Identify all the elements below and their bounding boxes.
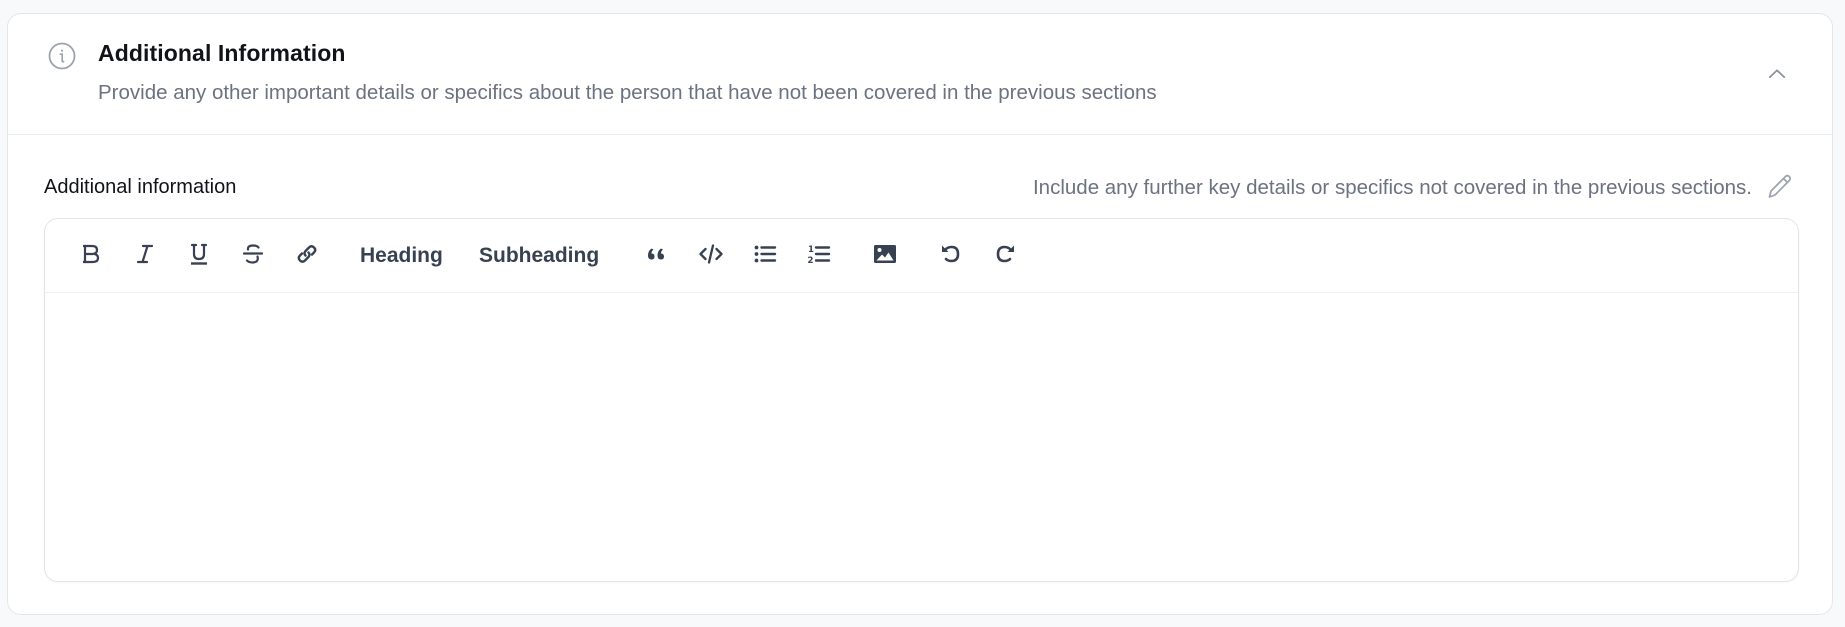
field-hint: Include any further key details or speci… (1032, 176, 1752, 199)
italic-icon (131, 240, 159, 273)
editor-toolbar: Heading Subheading 12 (45, 219, 1798, 293)
bold-button[interactable] (73, 238, 109, 274)
quote-icon (643, 240, 671, 273)
section-subtitle: Provide any other important details or s… (98, 81, 1157, 104)
bullet-list-button[interactable] (747, 238, 783, 274)
section-title: Additional Information (98, 40, 346, 66)
chevron-up-icon (1768, 66, 1786, 84)
strikethrough-button[interactable] (235, 238, 271, 274)
subheading-button[interactable]: Subheading (475, 238, 603, 274)
link-icon (293, 240, 321, 273)
bullet-list-icon (751, 240, 779, 273)
undo-icon (937, 240, 965, 273)
ordered-list-icon: 12 (805, 240, 833, 273)
undo-button[interactable] (933, 238, 969, 274)
code-icon (697, 240, 725, 273)
additional-information-card: Additional Information Provide any other… (7, 13, 1833, 615)
italic-button[interactable] (127, 238, 163, 274)
strikethrough-icon (239, 240, 267, 273)
blockquote-button[interactable] (639, 238, 675, 274)
link-button[interactable] (289, 238, 325, 274)
ordered-list-button[interactable]: 12 (801, 238, 837, 274)
underline-button[interactable] (181, 238, 217, 274)
collapse-section-button[interactable] (1762, 62, 1792, 88)
section-header[interactable]: Additional Information Provide any other… (8, 14, 1832, 135)
svg-text:2: 2 (808, 256, 814, 266)
pencil-icon[interactable] (1764, 172, 1794, 202)
info-icon (47, 41, 77, 71)
image-button[interactable] (867, 238, 903, 274)
underline-icon (185, 240, 213, 273)
heading-button[interactable]: Heading (356, 238, 447, 274)
image-icon (871, 240, 899, 273)
redo-button[interactable] (987, 238, 1023, 274)
rich-text-editor: Heading Subheading 12 (44, 218, 1799, 582)
field-label: Additional information (44, 176, 237, 198)
editor-content-area[interactable] (45, 294, 1798, 581)
bold-icon (77, 240, 105, 273)
svg-text:1: 1 (808, 245, 814, 255)
redo-icon (991, 240, 1019, 273)
code-button[interactable] (693, 238, 729, 274)
